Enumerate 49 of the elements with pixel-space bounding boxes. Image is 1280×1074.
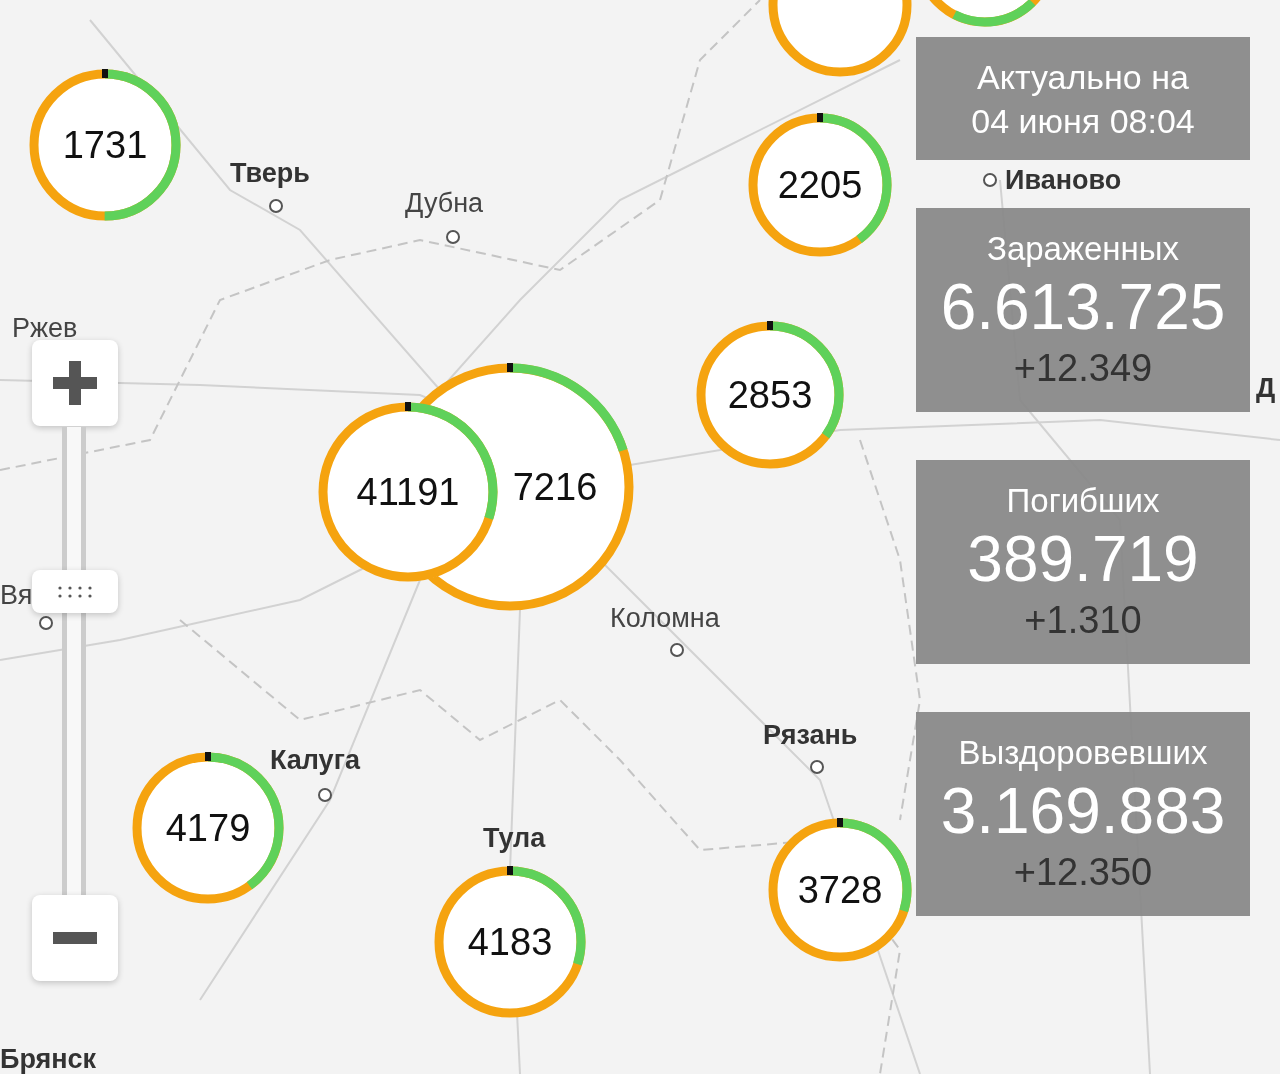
city-marker-icon [39,616,53,630]
cluster-count: 2205 [777,163,863,207]
zoom-out-button[interactable] [32,895,118,981]
city-label: Дубна [405,188,484,218]
city-marker-icon [269,199,283,213]
city-marker-icon [670,643,684,657]
grip-icon [57,584,93,599]
city-label: Ржев [12,313,78,343]
cluster-count: 41191 [356,470,460,514]
city-label: Иваново [1005,165,1122,195]
cluster-ring[interactable] [696,321,844,469]
cluster-count: 4183 [467,920,553,964]
stat-delta: +12.350 [1013,850,1153,895]
city-label: Калуга [270,745,360,775]
city-marker-icon [318,788,332,802]
city-label: Брянск [0,1044,97,1074]
update-time: 04 июня 08:04 [971,100,1195,142]
minus-icon [53,932,97,944]
cluster-ring[interactable] [748,113,892,257]
stat-delta: +12.349 [1013,346,1153,391]
stat-delta: +1.310 [1024,598,1142,643]
cluster-count: 4179 [165,806,251,850]
city-label: Д [1256,373,1276,403]
stat-label: Погибших [1006,481,1160,521]
update-label: Актуально на [977,56,1189,98]
zoom-slider-track[interactable] [62,427,86,895]
cluster-count: 2853 [727,373,813,417]
city-label: Вя [0,580,33,610]
stat-total: 6.613.725 [940,270,1226,345]
city-marker-icon [983,173,997,187]
cluster-count: 3728 [797,868,883,912]
zoom-in-button[interactable] [32,340,118,426]
city-label: Коломна [610,603,720,633]
cluster-count: 7216 [512,465,598,509]
cluster-ring[interactable] [434,866,586,1018]
city-marker-icon [810,760,824,774]
stat-total: 3.169.883 [940,774,1226,849]
cluster-ring[interactable] [29,69,181,221]
cluster-count: 1731 [62,123,148,167]
zoom-slider-handle[interactable] [32,570,118,613]
city-marker-icon [446,230,460,244]
city-label: Рязань [763,720,858,750]
stat-label: Выздоровевших [958,733,1208,773]
stat-total: 389.719 [967,522,1199,597]
plus-icon [53,361,97,405]
city-label: Тула [483,823,546,853]
stat-label: Зараженных [986,229,1180,269]
cluster-ring[interactable] [768,818,912,962]
city-label: Тверь [230,158,310,188]
